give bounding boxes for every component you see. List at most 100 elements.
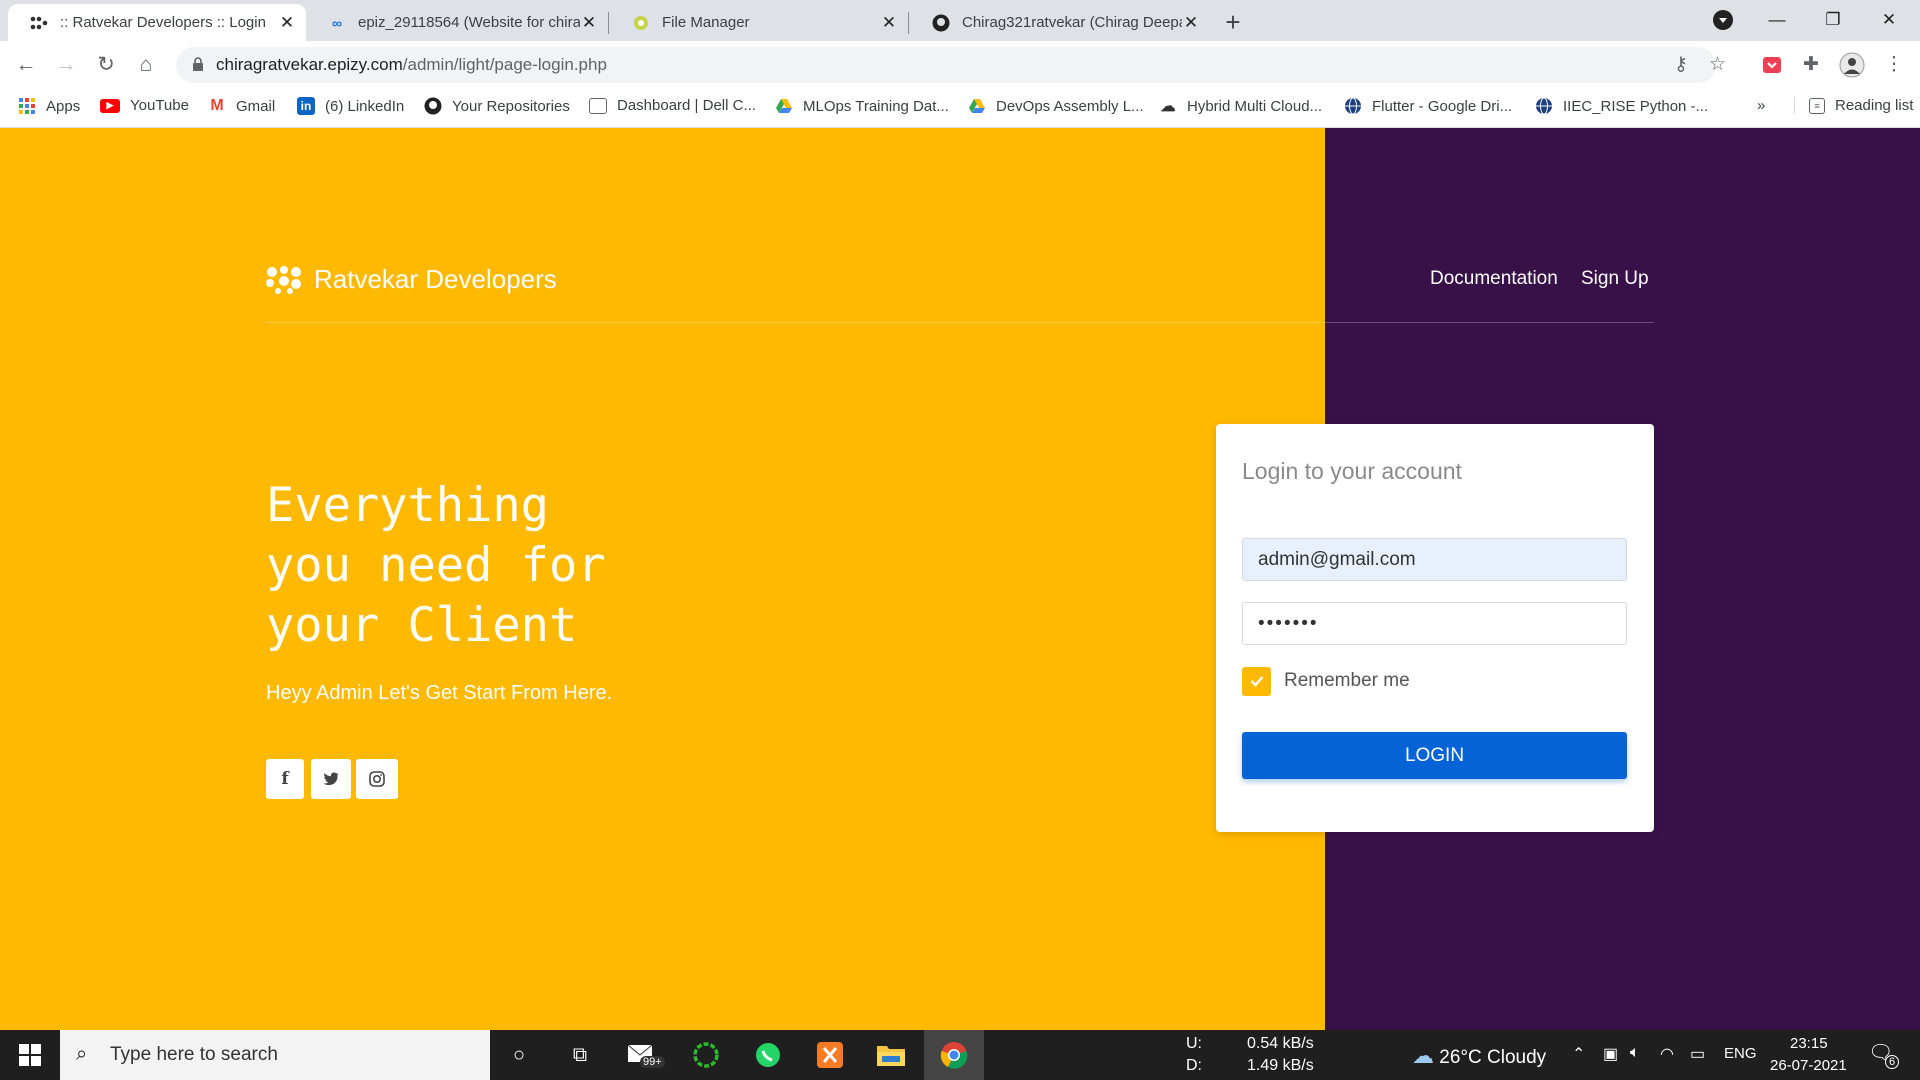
bookmark-flutter[interactable]: Flutter - Google Dri... — [1344, 97, 1512, 115]
tab-github[interactable]: Chirag321ratvekar (Chirag Deepak ✕ — [910, 4, 1210, 41]
password-field[interactable] — [1242, 602, 1627, 645]
remember-me-checkbox[interactable] — [1242, 667, 1271, 696]
mail-badge: 99+ — [640, 1056, 665, 1068]
battery-icon[interactable]: ▭ — [1690, 1044, 1705, 1064]
bookmark-gmail[interactable]: M Gmail — [208, 97, 275, 115]
bookmark-label: Apps — [46, 97, 81, 115]
reload-icon[interactable]: ↻ — [90, 49, 122, 81]
nav-documentation-link[interactable]: Documentation — [1430, 268, 1558, 290]
bookmark-linkedin[interactable]: in (6) LinkedIn — [297, 97, 404, 115]
extensions-puzzle-icon[interactable]: ✚ — [1795, 49, 1827, 81]
remember-me-label[interactable]: Remember me — [1284, 670, 1410, 692]
password-key-icon[interactable]: ⚷ — [1674, 53, 1688, 76]
file-explorer-icon[interactable] — [874, 1038, 908, 1072]
notification-count: 6 — [1885, 1055, 1900, 1069]
reading-list-label: Reading list — [1835, 97, 1914, 114]
facebook-icon[interactable]: f — [266, 759, 304, 799]
task-view-icon[interactable]: ⧉ — [563, 1038, 597, 1072]
wifi-icon[interactable]: ◠ — [1660, 1044, 1674, 1064]
hero-line: your Client — [266, 598, 578, 653]
lock-icon — [193, 57, 203, 71]
new-tab-button[interactable]: + — [1218, 8, 1248, 38]
meet-now-icon[interactable]: ▣ — [1603, 1044, 1618, 1064]
login-card: Login to your account Remember me LOGIN — [1216, 424, 1654, 832]
windows-start-icon[interactable] — [0, 1030, 60, 1080]
bookmark-label: Flutter - Google Dri... — [1372, 97, 1513, 115]
close-tab-icon[interactable]: ✕ — [1182, 13, 1200, 33]
pocket-extension-icon[interactable] — [1756, 49, 1788, 81]
weather-widget[interactable]: ☁ 26°C Cloudy — [1412, 1043, 1546, 1069]
tab-title: :: Ratvekar Developers :: Login — [60, 14, 266, 31]
whatsapp-icon[interactable] — [751, 1038, 785, 1072]
close-tab-icon[interactable]: ✕ — [278, 13, 296, 33]
home-icon[interactable]: ⌂ — [130, 49, 162, 81]
bookmark-label: YouTube — [130, 97, 189, 114]
login-button[interactable]: LOGIN — [1242, 732, 1627, 779]
bookmark-label: DevOps Assembly L... — [996, 97, 1144, 115]
progress-ring-icon[interactable] — [689, 1038, 723, 1072]
ratvekar-logo-icon — [266, 265, 301, 294]
hero-subtitle: Heyy Admin Let's Get Start From Here. — [266, 682, 613, 704]
hero-line: Everything — [266, 478, 549, 533]
twitter-icon[interactable] — [311, 759, 351, 799]
volume-icon[interactable]: 🔈︎ — [1630, 1044, 1640, 1062]
login-page: Ratvekar Developers Documentation Sign U… — [0, 128, 1920, 1030]
brand[interactable]: Ratvekar Developers — [266, 264, 557, 295]
tab-ratvekar-login[interactable]: :: Ratvekar Developers :: Login ✕ — [8, 4, 306, 41]
address-bar[interactable]: chiragratvekar.epizy.com/admin/light/pag… — [176, 47, 1726, 83]
url-domain: chiragratvekar.epizy.com — [216, 55, 403, 74]
dell-icon — [589, 97, 607, 114]
bookmarks-bar: Apps ▶ YouTube M Gmail in (6) LinkedIn Y… — [0, 89, 1920, 128]
cortana-icon[interactable]: ○ — [502, 1038, 536, 1072]
xampp-icon[interactable] — [813, 1038, 847, 1072]
clock-date[interactable]: 26-07-2021 — [1770, 1057, 1847, 1074]
bookmark-your-repositories[interactable]: Your Repositories — [424, 97, 570, 115]
chrome-menu-icon[interactable]: ⋮ — [1878, 49, 1910, 81]
bookmark-label: (6) LinkedIn — [325, 97, 405, 115]
login-card-title: Login to your account — [1242, 458, 1462, 484]
browser-chrome: :: Ratvekar Developers :: Login ✕ ∞ epiz… — [0, 0, 1920, 128]
bookmark-label: MLOps Training Dat... — [803, 97, 949, 115]
bookmark-mlops[interactable]: MLOps Training Dat... — [775, 97, 949, 115]
language-indicator[interactable]: ENG — [1724, 1045, 1757, 1062]
show-hidden-icons-chevron-icon[interactable]: ⌃ — [1572, 1044, 1585, 1064]
reading-list[interactable]: ≡ Reading list — [1794, 97, 1913, 114]
close-tab-icon[interactable]: ✕ — [880, 13, 898, 33]
close-window-icon[interactable]: ✕ — [1866, 0, 1912, 40]
bookmark-label: Dashboard | Dell C... — [617, 97, 756, 114]
email-field[interactable] — [1242, 538, 1627, 581]
bookmark-dell-dashboard[interactable]: Dashboard | Dell C... — [589, 97, 756, 114]
forward-arrow-icon[interactable]: → — [50, 49, 82, 81]
bookmark-iiec-rise[interactable]: IIEC_RISE Python -... — [1535, 97, 1708, 115]
back-arrow-icon[interactable]: ← — [10, 49, 42, 81]
minimize-icon[interactable]: — — [1754, 0, 1800, 40]
more-bookmarks-chevron-icon[interactable]: » — [1757, 97, 1765, 114]
windows-taskbar: ⌕ Type here to search ○ ⧉ 99+ U: 0.54 kB… — [0, 1030, 1920, 1080]
close-tab-icon[interactable]: ✕ — [580, 13, 598, 33]
bookmark-star-icon[interactable]: ☆ — [1709, 53, 1726, 76]
nav-signup-link[interactable]: Sign Up — [1581, 268, 1649, 290]
mail-icon[interactable]: 99+ — [625, 1038, 665, 1072]
tab-epiz[interactable]: ∞ epiz_29118564 (Website for chirag ✕ — [306, 4, 608, 41]
cloud-icon: ☁ — [1412, 1043, 1434, 1068]
cloud-icon: ☁ — [1160, 98, 1176, 115]
url-text[interactable]: chiragratvekar.epizy.com/admin/light/pag… — [216, 55, 607, 75]
bookmark-hybrid-multi-cloud[interactable]: ☁ Hybrid Multi Cloud... — [1159, 97, 1323, 116]
globe-icon — [1535, 97, 1553, 115]
restore-icon[interactable]: ❐ — [1810, 0, 1856, 40]
bookmark-devops[interactable]: DevOps Assembly L... — [968, 97, 1144, 115]
clock-time[interactable]: 23:15 — [1790, 1035, 1828, 1052]
bookmark-youtube[interactable]: ▶ YouTube — [100, 97, 189, 114]
bookmark-label: Your Repositories — [452, 97, 570, 115]
net-down-value: 1.49 kB/s — [1247, 1057, 1314, 1074]
search-icon: ⌕ — [76, 1043, 88, 1065]
net-up-value: 0.54 kB/s — [1247, 1035, 1314, 1052]
taskbar-search-box[interactable]: ⌕ Type here to search — [60, 1030, 490, 1080]
tab-search-icon[interactable] — [1700, 0, 1746, 40]
chrome-taskbar-icon[interactable] — [924, 1030, 984, 1080]
instagram-icon[interactable] — [356, 759, 398, 799]
profile-avatar[interactable] — [1836, 49, 1868, 81]
bookmark-apps[interactable]: Apps — [18, 97, 80, 115]
tab-file-manager[interactable]: File Manager ✕ — [610, 4, 908, 41]
taskbar-search-placeholder: Type here to search — [110, 1044, 278, 1065]
